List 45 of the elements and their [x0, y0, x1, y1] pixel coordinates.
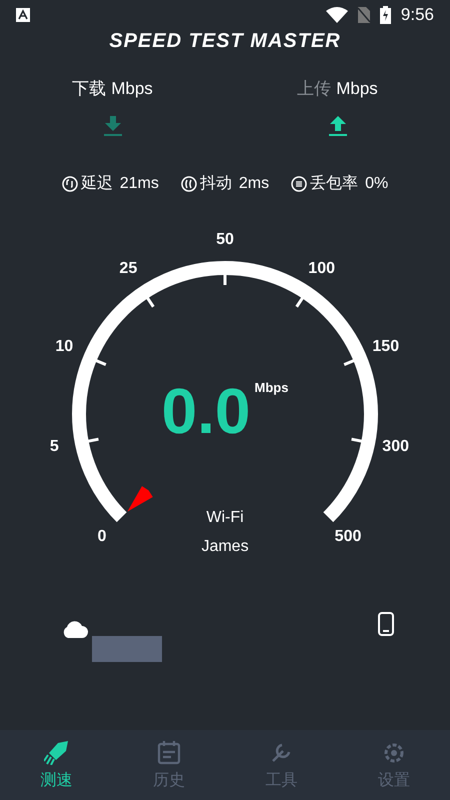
mode-label: 下载 — [72, 78, 106, 100]
tab[interactable]: 工具 — [225, 730, 338, 800]
scale-label: 300 — [382, 439, 409, 456]
wave-icon — [180, 176, 197, 192]
scale-label: 500 — [334, 528, 362, 545]
metric-label: 延迟 — [80, 174, 113, 194]
unit-label: Mbps — [336, 78, 378, 100]
phone-icon — [378, 612, 394, 636]
no-sim-icon — [358, 7, 370, 23]
scale-label: 25 — [119, 260, 138, 277]
cloud-icon — [62, 620, 88, 638]
download-arrow-icon[interactable] — [102, 116, 122, 136]
network-name: James — [201, 536, 249, 556]
scale-label: 50 — [216, 232, 234, 248]
speed-reading: 0.0 — [162, 378, 250, 442]
scale-label: 150 — [372, 338, 400, 355]
unit-label: Mbps — [111, 78, 153, 100]
metric-label: 丢包率 — [310, 174, 358, 194]
masked-info-block — [92, 636, 162, 662]
wifi-icon — [326, 7, 348, 23]
scale-label: 5 — [50, 439, 59, 456]
rocket-icon — [44, 741, 68, 765]
lines-icon — [291, 176, 308, 192]
upload-arrow-icon[interactable] — [328, 116, 348, 136]
metric-value: 0% — [365, 174, 388, 194]
network-type: Wi-Fi — [206, 508, 244, 528]
battery-charging-icon — [380, 6, 391, 24]
metric-value: 21ms — [120, 174, 159, 194]
tab[interactable]: 历史 — [112, 730, 225, 800]
speed-unit: Mbps — [254, 380, 288, 394]
gauge-needle — [127, 486, 153, 512]
app-notification-icon — [16, 8, 30, 22]
mode-label: 上传 — [297, 78, 332, 100]
scale-label: 10 — [55, 338, 74, 355]
settings-icon — [382, 741, 406, 765]
metric-value: 2ms — [238, 174, 270, 194]
tab[interactable]: 测速 — [0, 730, 112, 800]
scale-label: 100 — [308, 260, 335, 277]
calendar-icon — [156, 741, 181, 765]
clock-time: 9:56 — [400, 4, 434, 26]
app-title: SPEED TEST MASTER — [109, 31, 341, 51]
scale-label: 0 — [98, 528, 106, 545]
ping-gauge-icon — [62, 176, 78, 192]
tab[interactable]: 设置 — [338, 730, 450, 800]
metric-label: 抖动 — [200, 174, 232, 194]
